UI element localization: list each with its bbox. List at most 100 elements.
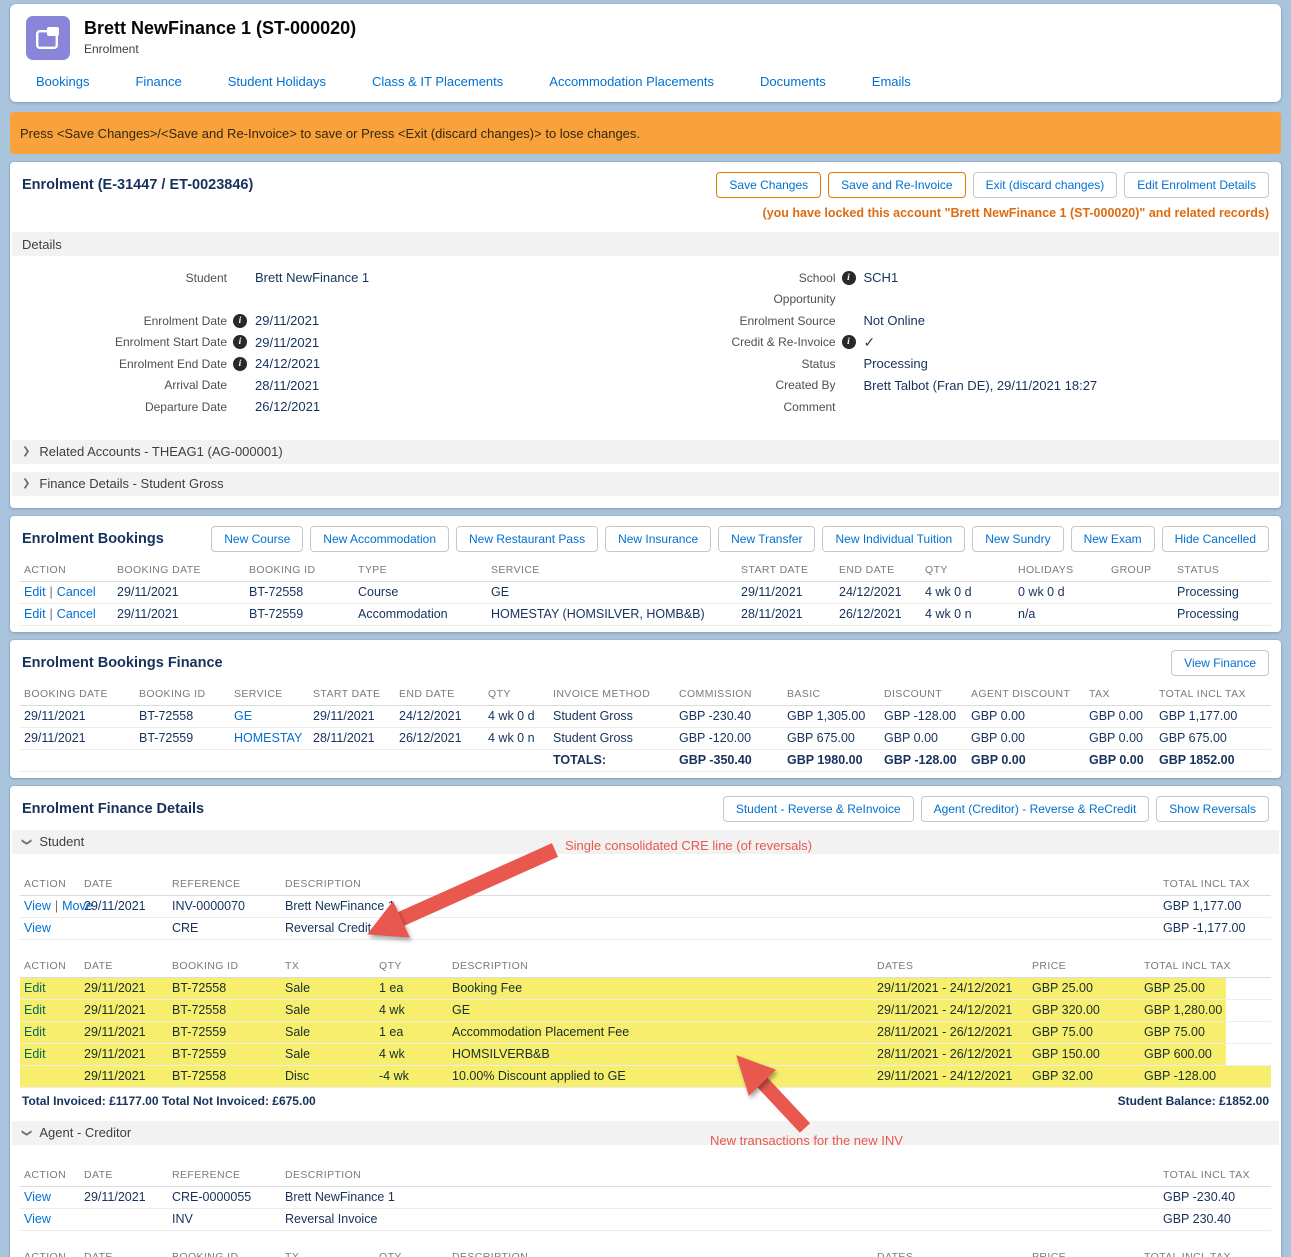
view-link[interactable]: View: [24, 1190, 51, 1204]
tab-class-it-placements[interactable]: Class & IT Placements: [372, 74, 503, 89]
tab-emails[interactable]: Emails: [872, 74, 911, 89]
cell: GBP 25.00: [1140, 978, 1271, 999]
column-header: ACTION: [20, 872, 80, 895]
edit-link[interactable]: Edit: [24, 1047, 46, 1061]
new-course-button[interactable]: New Course: [211, 526, 303, 552]
cell: 29/11/2021 - 24/12/2021: [873, 978, 1028, 999]
field-value: Not Online: [862, 313, 925, 328]
new-insurance-button[interactable]: New Insurance: [605, 526, 711, 552]
agent-reverse-recredit-button[interactable]: Agent (Creditor) - Reverse & ReCredit: [921, 796, 1150, 822]
field-label: Enrolment End Date: [22, 357, 227, 371]
new-individual-tuition-button[interactable]: New Individual Tuition: [822, 526, 965, 552]
separator: |: [55, 899, 58, 913]
agent-creditor-section-header[interactable]: Agent - Creditor: [12, 1121, 1279, 1145]
edit-link[interactable]: Edit: [24, 981, 46, 995]
edit-link[interactable]: Edit: [24, 607, 46, 621]
new-sundry-button[interactable]: New Sundry: [972, 526, 1063, 552]
info-icon[interactable]: [233, 335, 247, 349]
cell: GBP 675.00: [783, 728, 880, 749]
cell: GBP -230.40: [675, 706, 783, 727]
cell: Student Gross: [549, 728, 675, 749]
cell: GBP -230.40: [1159, 1187, 1271, 1208]
service-link[interactable]: GE: [234, 709, 252, 723]
tab-finance[interactable]: Finance: [135, 74, 181, 89]
new-accommodation-button[interactable]: New Accommodation: [310, 526, 449, 552]
column-header: ACTION: [20, 558, 113, 581]
field-comment: Comment: [646, 396, 1270, 418]
cell: GBP 75.00: [1028, 1022, 1140, 1043]
new-restaurant-pass-button[interactable]: New Restaurant Pass: [456, 526, 598, 552]
related-accounts-section[interactable]: Related Accounts - THEAG1 (AG-000001): [12, 440, 1279, 464]
enrolment-record-icon: [26, 16, 70, 60]
enrolment-bookings-finance-card: Enrolment Bookings Finance View Finance …: [10, 640, 1281, 778]
info-icon[interactable]: [842, 335, 856, 349]
transaction-row-highlighted: Edit 29/11/2021 BT-72558 Sale 4 wk GE 29…: [20, 1000, 1271, 1022]
save-warning-banner: Press <Save Changes>/<Save and Re-Invoic…: [10, 112, 1281, 154]
cell: 1 ea: [375, 1022, 448, 1043]
cell: GBP -1,177.00: [1159, 918, 1271, 939]
column-header: INVOICE METHOD: [549, 682, 675, 705]
info-icon[interactable]: [233, 314, 247, 328]
tab-bookings[interactable]: Bookings: [36, 74, 89, 89]
cancel-link[interactable]: Cancel: [57, 607, 96, 621]
annotation-cre-note: Single consolidated CRE line (of reversa…: [565, 838, 812, 853]
cell: 28/11/2021 - 26/12/2021: [873, 1044, 1028, 1065]
new-exam-button[interactable]: New Exam: [1071, 526, 1155, 552]
cell: 29/11/2021: [80, 1022, 168, 1043]
show-reversals-button[interactable]: Show Reversals: [1156, 796, 1269, 822]
field-spacer: [22, 289, 646, 311]
tab-accommodation-placements[interactable]: Accommodation Placements: [549, 74, 714, 89]
save-changes-button[interactable]: Save Changes: [716, 172, 821, 198]
page-title: Brett NewFinance 1 (ST-000020): [84, 16, 356, 39]
separator: |: [50, 607, 53, 621]
info-icon[interactable]: [233, 357, 247, 371]
view-link[interactable]: View: [24, 1212, 51, 1226]
enrolment-bookings-card: Enrolment Bookings New Course New Accomm…: [10, 516, 1281, 632]
view-finance-button[interactable]: View Finance: [1171, 650, 1269, 676]
cell: Accommodation Placement Fee: [448, 1022, 873, 1043]
separator: |: [50, 585, 53, 599]
column-header: DESCRIPTION: [448, 1245, 873, 1257]
invoice-row: View 29/11/2021 CRE-0000055 Brett NewFin…: [20, 1187, 1271, 1209]
column-header: COMMISSION: [675, 682, 783, 705]
tab-student-holidays[interactable]: Student Holidays: [228, 74, 326, 89]
exit-discard-button[interactable]: Exit (discard changes): [973, 172, 1118, 198]
hide-cancelled-button[interactable]: Hide Cancelled: [1162, 526, 1269, 552]
student-link[interactable]: Brett NewFinance 1: [253, 270, 369, 285]
field-value: Brett Talbot (Fran DE), 29/11/2021 18:27: [862, 378, 1098, 393]
field-label: Status: [646, 357, 836, 371]
edit-link[interactable]: Edit: [24, 1025, 46, 1039]
cell: 29/11/2021: [113, 582, 245, 603]
column-header: SERVICE: [230, 682, 309, 705]
cell: 4 wk: [375, 1000, 448, 1021]
school-link[interactable]: SCH1: [862, 270, 899, 285]
cell: CRE: [168, 918, 281, 939]
column-header: TAX: [1085, 682, 1155, 705]
save-warning-text: Press <Save Changes>/<Save and Re-Invoic…: [20, 126, 640, 141]
edit-link[interactable]: Edit: [24, 1003, 46, 1017]
cell: GBP 75.00: [1140, 1022, 1271, 1043]
edit-link[interactable]: Edit: [24, 585, 46, 599]
cell: 29/11/2021: [20, 706, 135, 727]
record-type-label: Enrolment: [84, 42, 356, 56]
cell: GBP 600.00: [1140, 1044, 1271, 1065]
cell: 29/11/2021: [309, 706, 395, 727]
service-link[interactable]: HOMESTAY: [234, 731, 302, 745]
info-icon[interactable]: [842, 271, 856, 285]
new-transfer-button[interactable]: New Transfer: [718, 526, 815, 552]
view-link[interactable]: View: [24, 921, 51, 935]
edit-enrolment-details-button[interactable]: Edit Enrolment Details: [1124, 172, 1269, 198]
transactions-table-header: ACTION DATE BOOKING ID TX QTY DESCRIPTIO…: [20, 1245, 1271, 1257]
view-link[interactable]: View: [24, 899, 51, 913]
bookings-card-head: Enrolment Bookings New Course New Accomm…: [10, 516, 1281, 558]
cell: [80, 1209, 168, 1230]
cancel-link[interactable]: Cancel: [57, 585, 96, 599]
save-and-reinvoice-button[interactable]: Save and Re-Invoice: [828, 172, 965, 198]
student-reverse-reinvoice-button[interactable]: Student - Reverse & ReInvoice: [723, 796, 914, 822]
tab-documents[interactable]: Documents: [760, 74, 826, 89]
totals-label: TOTALS:: [549, 750, 675, 771]
cell: Sale: [281, 1044, 375, 1065]
finance-details-summary-section[interactable]: Finance Details - Student Gross: [12, 472, 1279, 496]
cell: GBP 1,177.00: [1159, 896, 1271, 917]
page: Brett NewFinance 1 (ST-000020) Enrolment…: [0, 0, 1291, 1257]
